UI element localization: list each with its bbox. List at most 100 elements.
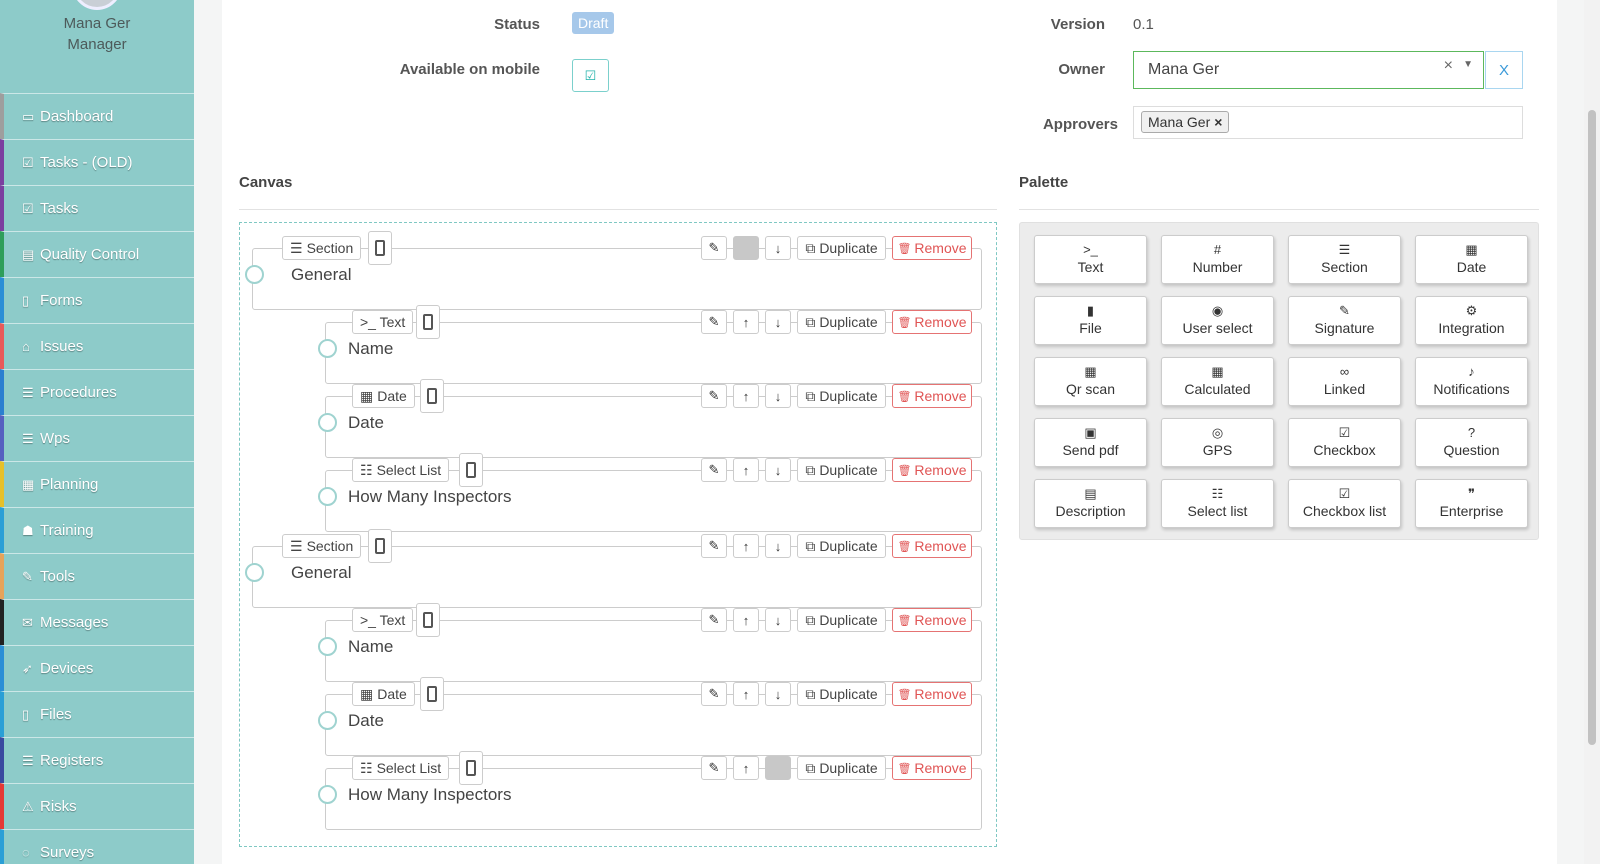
- sidebar-item-tasks-old[interactable]: ☑ Tasks - (OLD): [0, 139, 194, 185]
- scrollbar[interactable]: [1584, 0, 1600, 864]
- duplicate-button[interactable]: ⧉ Duplicate: [797, 236, 886, 260]
- remove-button[interactable]: 🗑 Remove: [892, 310, 972, 334]
- wrench-button[interactable]: ✎: [701, 384, 727, 408]
- drag-handle-icon[interactable]: [318, 487, 337, 506]
- mobile-icon[interactable]: [420, 677, 444, 711]
- palette-checkbox-list-button[interactable]: ☑ Checkbox list: [1288, 479, 1401, 528]
- owner-select[interactable]: Mana Ger × ▼: [1133, 51, 1484, 89]
- remove-button[interactable]: 🗑 Remove: [892, 458, 972, 482]
- move-down-button[interactable]: ↓: [765, 458, 791, 482]
- duplicate-button[interactable]: ⧉ Duplicate: [797, 608, 886, 632]
- move-down-button[interactable]: ↓: [765, 310, 791, 334]
- sidebar-item-training[interactable]: ☗ Training: [0, 507, 194, 553]
- sidebar-item-surveys[interactable]: ◌ Surveys: [0, 829, 194, 864]
- palette-file-button[interactable]: ▮ File: [1034, 296, 1147, 345]
- scrollbar-thumb[interactable]: [1588, 110, 1596, 745]
- sidebar-item-wps[interactable]: ☰ Wps: [0, 415, 194, 461]
- move-up-button[interactable]: ↑: [733, 534, 759, 558]
- wrench-button[interactable]: ✎: [701, 608, 727, 632]
- move-down-button[interactable]: ↓: [765, 534, 791, 558]
- mobile-icon[interactable]: [459, 751, 483, 785]
- palette-signature-button[interactable]: ✎ Signature: [1288, 296, 1401, 345]
- wrench-button[interactable]: ✎: [701, 534, 727, 558]
- wrench-button[interactable]: ✎: [701, 756, 727, 780]
- palette-notifications-button[interactable]: ♪ Notifications: [1415, 357, 1528, 406]
- move-down-button[interactable]: ↓: [765, 384, 791, 408]
- mobile-icon[interactable]: [368, 529, 392, 563]
- available-on-mobile-checkbox[interactable]: ☑: [572, 59, 609, 92]
- sidebar-item-issues[interactable]: ⌂ Issues: [0, 323, 194, 369]
- remove-button[interactable]: 🗑 Remove: [892, 756, 972, 780]
- wrench-button[interactable]: ✎: [701, 682, 727, 706]
- palette-description-button[interactable]: ▤ Description: [1034, 479, 1147, 528]
- wrench-button[interactable]: ✎: [701, 236, 727, 260]
- clear-owner-icon[interactable]: ×: [1444, 57, 1453, 75]
- remove-tag-icon[interactable]: ×: [1214, 114, 1222, 130]
- move-up-button[interactable]: ↑: [733, 458, 759, 482]
- drag-handle-icon[interactable]: [245, 563, 264, 582]
- sidebar-item-dashboard[interactable]: ▭ Dashboard: [0, 93, 194, 139]
- palette-enterprise-button[interactable]: ❞ Enterprise: [1415, 479, 1528, 528]
- sidebar-item-quality-control[interactable]: ▤ Quality Control: [0, 231, 194, 277]
- sidebar-item-planning[interactable]: ▦ Planning: [0, 461, 194, 507]
- chevron-down-icon[interactable]: ▼: [1463, 59, 1473, 70]
- palette-number-button[interactable]: # Number: [1161, 235, 1274, 284]
- remove-button[interactable]: 🗑 Remove: [892, 608, 972, 632]
- palette-gps-button[interactable]: ◎ GPS: [1161, 418, 1274, 467]
- remove-button[interactable]: 🗑 Remove: [892, 682, 972, 706]
- remove-button[interactable]: 🗑 Remove: [892, 236, 972, 260]
- palette-date-button[interactable]: ▦ Date: [1415, 235, 1528, 284]
- move-down-button[interactable]: ↓: [765, 236, 791, 260]
- remove-button[interactable]: 🗑 Remove: [892, 384, 972, 408]
- sidebar-item-risks[interactable]: ⚠ Risks: [0, 783, 194, 829]
- move-down-button[interactable]: ↓: [765, 608, 791, 632]
- wrench-button[interactable]: ✎: [701, 458, 727, 482]
- duplicate-button[interactable]: ⧉ Duplicate: [797, 310, 886, 334]
- mobile-icon[interactable]: [420, 379, 444, 413]
- drag-handle-icon[interactable]: [318, 413, 337, 432]
- palette-section-button[interactable]: ☰ Section: [1288, 235, 1401, 284]
- palette-checkbox-button[interactable]: ☑ Checkbox: [1288, 418, 1401, 467]
- move-up-button[interactable]: ↑: [733, 384, 759, 408]
- duplicate-button[interactable]: ⧉ Duplicate: [797, 756, 886, 780]
- duplicate-button[interactable]: ⧉ Duplicate: [797, 458, 886, 482]
- palette-integration-button[interactable]: ⚙ Integration: [1415, 296, 1528, 345]
- duplicate-button[interactable]: ⧉ Duplicate: [797, 384, 886, 408]
- palette-qr-scan-button[interactable]: ▦ Qr scan: [1034, 357, 1147, 406]
- palette-question-button[interactable]: ? Question: [1415, 418, 1528, 467]
- sidebar-item-tools[interactable]: ✎ Tools: [0, 553, 194, 599]
- mobile-icon[interactable]: [459, 453, 483, 487]
- sidebar-item-files[interactable]: ▯ Files: [0, 691, 194, 737]
- palette-send-pdf-button[interactable]: ▣ Send pdf: [1034, 418, 1147, 467]
- sidebar-item-devices[interactable]: ➶ Devices: [0, 645, 194, 691]
- drag-handle-icon[interactable]: [318, 339, 337, 358]
- move-up-button[interactable]: ↑: [733, 608, 759, 632]
- duplicate-button[interactable]: ⧉ Duplicate: [797, 534, 886, 558]
- move-up-button[interactable]: ↑: [733, 756, 759, 780]
- drag-handle-icon[interactable]: [318, 785, 337, 804]
- move-up-button[interactable]: ↑: [733, 682, 759, 706]
- remove-button[interactable]: 🗑 Remove: [892, 534, 972, 558]
- palette-linked-button[interactable]: ∞ Linked: [1288, 357, 1401, 406]
- sidebar-item-messages[interactable]: ✉ Messages: [0, 599, 194, 645]
- move-down-button[interactable]: ↓: [765, 682, 791, 706]
- palette-select-list-button[interactable]: ☷ Select list: [1161, 479, 1274, 528]
- drag-handle-icon[interactable]: [245, 265, 264, 284]
- owner-clear-button[interactable]: X: [1485, 51, 1523, 89]
- sidebar-item-procedures[interactable]: ☰ Procedures: [0, 369, 194, 415]
- drag-handle-icon[interactable]: [318, 711, 337, 730]
- duplicate-button[interactable]: ⧉ Duplicate: [797, 682, 886, 706]
- wrench-button[interactable]: ✎: [701, 310, 727, 334]
- mobile-icon[interactable]: [416, 305, 440, 339]
- palette-user-select-button[interactable]: ◉ User select: [1161, 296, 1274, 345]
- move-up-button[interactable]: ↑: [733, 310, 759, 334]
- sidebar-item-registers[interactable]: ☰ Registers: [0, 737, 194, 783]
- mobile-icon[interactable]: [416, 603, 440, 637]
- palette-calculated-button[interactable]: ▦ Calculated: [1161, 357, 1274, 406]
- approvers-input[interactable]: Mana Ger ×: [1133, 106, 1523, 139]
- sidebar-item-forms[interactable]: ▯ Forms: [0, 277, 194, 323]
- palette-text-button[interactable]: >_ Text: [1034, 235, 1147, 284]
- mobile-icon[interactable]: [368, 231, 392, 265]
- avatar[interactable]: [72, 0, 122, 10]
- sidebar-item-tasks[interactable]: ☑ Tasks: [0, 185, 194, 231]
